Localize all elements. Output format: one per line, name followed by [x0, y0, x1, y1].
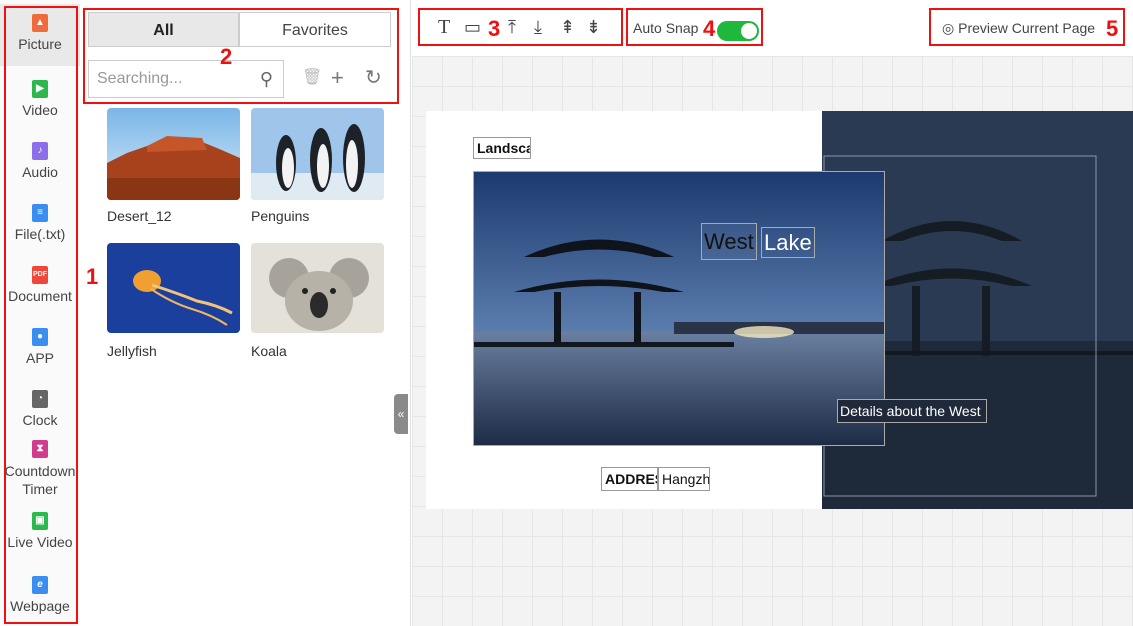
koala-image [251, 243, 384, 333]
search-icon[interactable]: ⚲ [260, 61, 273, 97]
collapse-panel-button[interactable]: « [394, 394, 408, 434]
address-label-chip[interactable]: ADDRES [601, 467, 658, 491]
sidebar-item-label: APP [25, 350, 54, 366]
preview-current-page-button[interactable]: ◎ Preview Current Page [942, 20, 1095, 37]
media-thumb-jellyfish[interactable] [107, 243, 240, 333]
west-lake-image [474, 172, 884, 445]
sidebar-item-clock[interactable]: ◔ Clock [0, 390, 80, 428]
sidebar-item-app[interactable]: ● APP [0, 328, 80, 366]
live-video-icon: ▣ [32, 512, 48, 530]
media-library-panel: All Favorites Searching... ⚲ 🗑 + ↻ Deser… [80, 0, 411, 626]
toggle-knob [741, 23, 757, 39]
android-icon: ● [32, 328, 48, 346]
sidebar-item-picture[interactable]: ▲ Picture [0, 4, 80, 66]
ie-icon: e [32, 576, 48, 594]
media-thumb-desert[interactable] [107, 108, 240, 200]
desert-image [107, 108, 240, 200]
sidebar-item-document[interactable]: PDF Document [0, 266, 80, 304]
media-thumb-penguins[interactable] [251, 108, 384, 200]
clock-icon: ◔ [32, 390, 48, 408]
lake-text-chip[interactable]: Lake [761, 227, 815, 258]
sidebar-item-audio[interactable]: ♪ Audio [0, 142, 80, 180]
file-icon: ≡ [32, 204, 48, 222]
sidebar-item-label: Countdown Timer [4, 463, 76, 497]
send-to-bottom-icon[interactable]: ⤓ [534, 16, 542, 38]
sidebar-item-live-video[interactable]: ▣ Live Video [0, 512, 80, 550]
tab-all[interactable]: All [88, 12, 239, 47]
textbox-tool-icon[interactable]: ▭ [464, 16, 481, 38]
media-thumb-koala[interactable] [251, 243, 384, 333]
callout-number-2: 2 [220, 44, 233, 69]
sidebar-item-label: Video [22, 102, 58, 118]
refresh-icon[interactable]: ↻ [365, 64, 382, 92]
title-text-chip[interactable]: Landsca [473, 137, 531, 159]
sidebar-item-label: Audio [22, 164, 58, 180]
tab-favorites[interactable]: Favorites [239, 12, 391, 47]
west-lake-photo[interactable] [473, 171, 885, 446]
search-input[interactable]: Searching... ⚲ [88, 60, 284, 98]
sidebar-item-label: File(.txt) [14, 226, 66, 242]
video-icon: ▶ [32, 80, 48, 98]
add-icon[interactable]: + [331, 64, 344, 92]
media-thumb-label: Koala [251, 343, 287, 359]
callout-number-3: 3 [488, 16, 501, 41]
callout-number-5: 5 [1106, 16, 1119, 41]
sidebar-item-label: Document [8, 288, 72, 304]
sidebar-item-label: Webpage [10, 598, 70, 614]
hourglass-icon: ⧗ [32, 440, 48, 458]
preview-label: Preview Current Page [958, 20, 1096, 36]
media-thumb-label: Penguins [251, 208, 310, 224]
auto-snap-label: Auto Snap [633, 20, 699, 36]
delete-icon[interactable]: 🗑 [302, 64, 322, 92]
sidebar-item-label: Clock [22, 412, 58, 428]
sidebar-item-webpage[interactable]: e Webpage [0, 576, 80, 614]
address-value-chip[interactable]: Hangzh [658, 467, 710, 491]
callout-number-1: 1 [86, 264, 99, 289]
auto-snap-toggle[interactable] [717, 21, 759, 41]
bring-to-top-icon[interactable]: ⤒ [508, 16, 516, 38]
eye-icon: ◎ [942, 20, 955, 36]
media-thumb-label: Desert_12 [107, 208, 172, 224]
penguins-image [251, 108, 384, 200]
widget-sidebar: ▲ Picture ▶ Video ♪ Audio ≡ File(.txt) P… [0, 0, 81, 626]
audio-icon: ♪ [32, 142, 48, 160]
picture-icon: ▲ [32, 14, 48, 32]
pdf-icon: PDF [32, 266, 48, 284]
sidebar-item-file[interactable]: ≡ File(.txt) [0, 204, 80, 242]
bring-forward-icon[interactable]: ⇞ [560, 16, 575, 38]
sidebar-item-countdown[interactable]: ⧗ Countdown Timer [0, 440, 80, 498]
west-text-chip[interactable]: West [701, 223, 757, 260]
jellyfish-image [107, 243, 240, 333]
search-placeholder: Searching... [97, 70, 183, 87]
details-text-chip[interactable]: Details about the West [837, 399, 987, 423]
text-tool-icon[interactable]: T [438, 16, 450, 38]
sidebar-item-video[interactable]: ▶ Video [0, 80, 80, 118]
media-thumb-label: Jellyfish [107, 343, 157, 359]
sidebar-item-label: Live Video [7, 534, 73, 550]
callout-number-4: 4 [703, 16, 716, 41]
sidebar-item-label: Picture [18, 36, 62, 52]
send-backward-icon[interactable]: ⇟ [586, 16, 601, 38]
